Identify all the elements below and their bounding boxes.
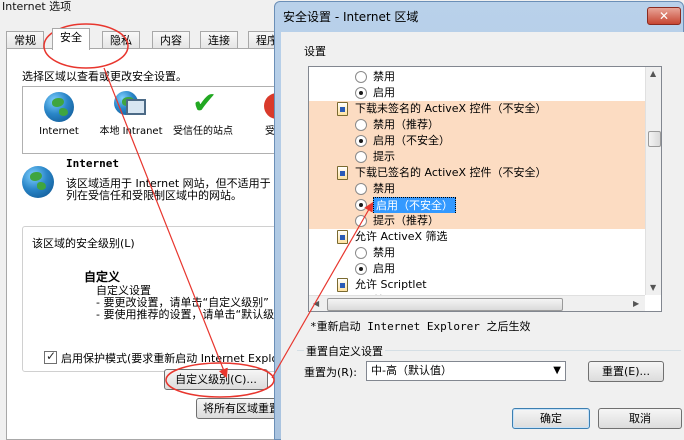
setting-category-label: 允许 ActiveX 筛选	[355, 230, 448, 243]
setting-option-label: 禁用（推荐）	[373, 118, 439, 131]
settings-list[interactable]: 禁用 启用 下载未签名的 ActiveX 控件（不安全） 禁用（推荐） 启用（不安全）提…	[308, 66, 662, 312]
setting-option[interactable]: 启用	[309, 261, 645, 277]
setting-option-label: 禁用	[373, 246, 395, 259]
setting-option-label: 禁用	[373, 182, 395, 195]
setting-option-label: 提示（推荐）	[373, 214, 439, 227]
radio-button[interactable]	[355, 71, 367, 83]
setting-category[interactable]: 下载已签名的 ActiveX 控件（不安全）	[309, 165, 645, 181]
tab-content[interactable]: 内容	[152, 31, 190, 49]
custom-level-text: 自定义设置 - 要更改设置，请单击“自定义级别” - 要使用推荐的设置，请单击“…	[96, 285, 276, 321]
close-icon[interactable]: ✕	[647, 7, 681, 25]
reset-group-label: 重置自定义设置	[304, 343, 385, 359]
reset-level-value: 中-高（默认值）	[371, 364, 452, 377]
zone-item-trusted[interactable]: ✔ 受信任的站点	[171, 86, 235, 138]
zone-list: Internet 本地 Intranet ✔ 受信任的站点 受限	[22, 86, 298, 154]
radio-button[interactable]	[355, 87, 367, 99]
tab-privacy[interactable]: 隐私	[102, 31, 140, 49]
tab-general[interactable]: 常规	[6, 31, 44, 49]
setting-category[interactable]: 允许 ActiveX 筛选	[309, 229, 645, 245]
zone-item-label: 受信任的站点	[173, 126, 233, 137]
zone-description: 该区域适用于 Internet 网站，但不适用于列在受信任和受限制区域中的网站。	[66, 177, 271, 202]
radio-button[interactable]	[355, 199, 367, 211]
custom-line: - 要使用推荐的设置，请单击“默认级别”	[96, 308, 276, 321]
custom-level-button[interactable]: 自定义级别(C)...	[164, 369, 268, 390]
zone-item-intranet[interactable]: 本地 Intranet	[99, 91, 163, 138]
setting-category-icon	[337, 102, 348, 116]
checkmark-icon: ✔	[192, 86, 218, 121]
setting-option-label: 启用	[373, 86, 395, 99]
security-level-label: 该区域的安全级别(L)	[30, 235, 137, 251]
setting-category-label: 下载未签名的 ActiveX 控件（不安全）	[355, 102, 547, 115]
zone-item-label: 本地 Intranet	[99, 126, 163, 137]
tab-connections[interactable]: 连接	[200, 31, 238, 49]
dialog-title: 安全设置 - Internet 区域	[283, 10, 419, 24]
zone-name: Internet	[66, 157, 119, 170]
setting-option-label: 启用（不安全）	[373, 134, 450, 147]
setting-option[interactable]: 启用（不安全）	[309, 197, 645, 215]
globe-icon	[22, 166, 56, 200]
settings-rows: 禁用 启用 下载未签名的 ActiveX 控件（不安全） 禁用（推荐） 启用（不安全）提…	[309, 67, 645, 295]
scrollbar-thumb[interactable]	[327, 298, 563, 311]
setting-category-icon	[337, 278, 348, 292]
vertical-scrollbar[interactable]: ▲ ▼	[645, 67, 661, 295]
zone-item-label: Internet	[39, 126, 79, 137]
custom-level-title: 自定义	[84, 270, 121, 284]
setting-option[interactable]: 提示	[309, 149, 645, 165]
window-title: Internet 选项	[2, 0, 72, 13]
zone-item-internet[interactable]: Internet	[27, 91, 91, 138]
radio-button[interactable]	[355, 183, 367, 195]
cancel-button[interactable]: 取消	[598, 408, 682, 429]
setting-option[interactable]: 禁用	[309, 181, 645, 197]
setting-option[interactable]: 启用（不安全）	[309, 133, 645, 149]
setting-option[interactable]: 提示（推荐）	[309, 213, 645, 229]
scroll-down-icon[interactable]: ▼	[650, 283, 656, 292]
setting-option[interactable]: 禁用	[309, 245, 645, 261]
scroll-up-icon[interactable]: ▲	[650, 69, 656, 78]
settings-label: 设置	[304, 45, 326, 58]
restart-note: *重新启动 Internet Explorer 之后生效	[310, 320, 531, 333]
protected-mode-label: 启用保护模式(要求重新启动 Internet Explorer)	[61, 352, 278, 365]
reset-all-zones-button[interactable]: 将所有区域重置为默认级别	[196, 398, 280, 419]
reset-to-label: 重置为(R):	[304, 366, 357, 379]
setting-option[interactable]: 禁用	[309, 69, 645, 85]
reset-level-select[interactable]: 中-高（默认值） ▼	[366, 361, 566, 381]
setting-category-icon	[337, 166, 348, 180]
setting-category-label: 下载已签名的 ActiveX 控件（不安全）	[355, 166, 547, 179]
setting-option-label: 提示	[373, 150, 395, 163]
chevron-down-icon[interactable]: ▼	[553, 362, 561, 380]
radio-button[interactable]	[355, 119, 367, 131]
radio-button[interactable]	[355, 263, 367, 275]
setting-category[interactable]: 下载未签名的 ActiveX 控件（不安全）	[309, 101, 645, 117]
zone-prompt: 选择区域以查看或更改安全设置。	[22, 70, 187, 83]
setting-option-label: 禁用	[373, 70, 395, 83]
setting-option-label: 启用	[373, 262, 395, 275]
reset-button[interactable]: 重置(E)...	[588, 361, 664, 382]
setting-category[interactable]: 允许 Scriptlet	[309, 277, 645, 293]
setting-option[interactable]: 禁用（推荐）	[309, 117, 645, 133]
radio-button[interactable]	[355, 135, 367, 147]
setting-option[interactable]: 启用	[309, 85, 645, 101]
protected-mode-row[interactable]: 启用保护模式(要求重新启动 Internet Explorer)	[44, 350, 278, 366]
radio-button[interactable]	[355, 215, 367, 227]
protected-mode-checkbox[interactable]	[44, 350, 57, 364]
intranet-icon	[114, 91, 148, 123]
scroll-right-icon[interactable]: ▶	[633, 299, 639, 308]
tab-security[interactable]: 安全	[52, 28, 90, 50]
scroll-left-icon[interactable]: ◀	[313, 299, 319, 308]
scrollbar-thumb[interactable]	[648, 131, 661, 147]
setting-category-label: 允许 Scriptlet	[355, 278, 427, 291]
setting-category-icon	[337, 230, 348, 244]
globe-icon	[42, 91, 76, 123]
radio-button[interactable]	[355, 151, 367, 163]
ok-button[interactable]: 确定	[512, 408, 590, 429]
radio-button[interactable]	[355, 247, 367, 259]
horizontal-scrollbar[interactable]: ◀ ▶	[309, 295, 645, 311]
